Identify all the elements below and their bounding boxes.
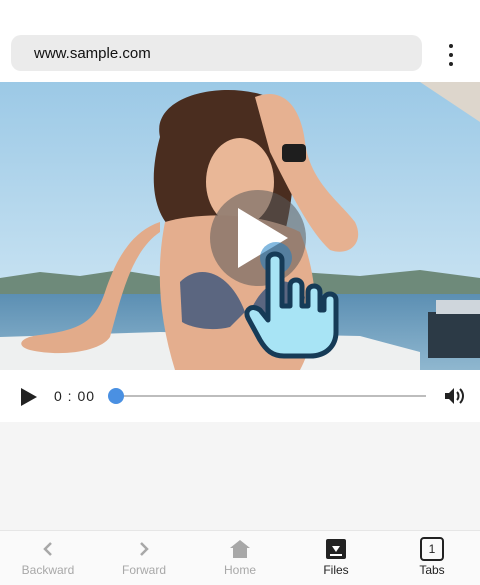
video-player[interactable] [0,82,480,370]
nav-label: Files [323,563,349,577]
more-menu-icon[interactable] [444,44,458,66]
chevron-right-icon [132,537,156,561]
tab-count: 1 [420,537,444,561]
nav-home[interactable]: Home [192,531,288,585]
nav-tabs[interactable]: 1 Tabs [384,531,480,585]
player-controls: 0 : 00 [0,370,480,422]
nav-label: Home [223,563,256,577]
nav-label: Forward [121,563,166,577]
nav-forward[interactable]: Forward [96,531,192,585]
url-text[interactable]: www.sample.com [34,45,151,62]
seek-handle[interactable] [108,388,124,404]
bottom-nav: Backward Forward Home Files 1 Tabs [0,530,480,585]
volume-icon[interactable] [444,386,466,406]
nav-files[interactable]: Files [288,531,384,585]
seek-bar[interactable] [116,395,426,397]
play-icon[interactable] [20,387,38,407]
tap-hand-icon [244,242,339,359]
home-icon [228,537,252,561]
nav-backward[interactable]: Backward [0,531,96,585]
tabs-icon: 1 [420,537,444,561]
page-body [0,422,480,530]
chevron-left-icon [36,537,60,561]
address-bar[interactable]: www.sample.com [11,35,422,71]
nav-label: Tabs [419,563,445,577]
nav-label: Backward [21,563,75,577]
download-box-icon [324,537,348,561]
time-display: 0 : 00 [54,388,96,404]
